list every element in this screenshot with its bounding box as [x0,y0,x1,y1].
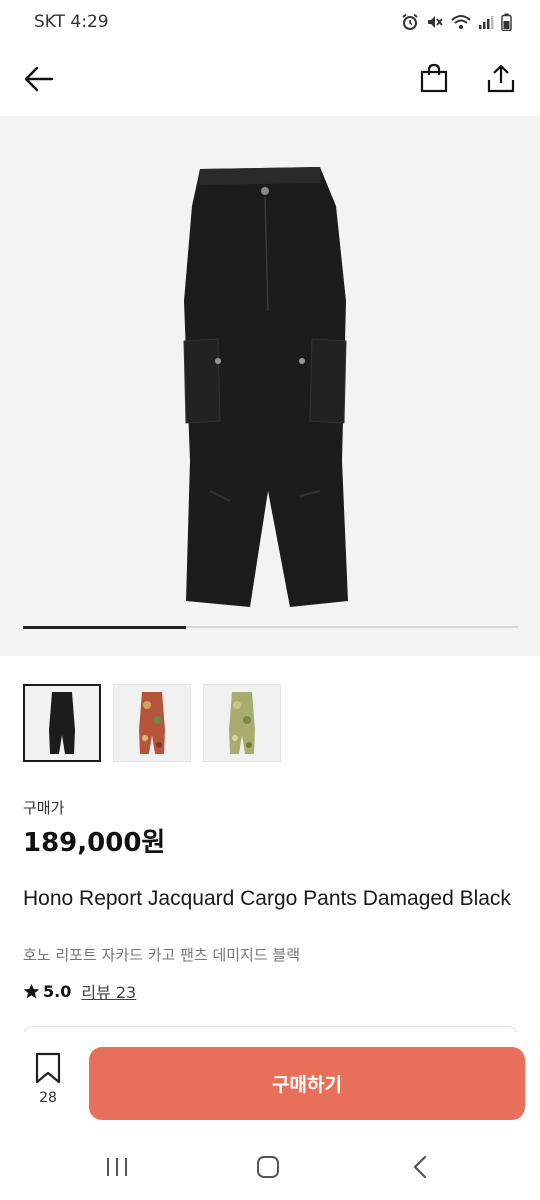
bottom-action-bar: 28 구매하기 [0,1032,540,1132]
product-title: Hono Report Jacquard Cargo Pants Damaged… [23,887,511,910]
thumbnail-green-floral-image [229,692,255,754]
product-price: 189,000원 [23,828,166,858]
bookmark-button[interactable]: 28 [27,1052,69,1106]
back-button[interactable] [20,60,58,98]
recent-apps-icon [107,1158,127,1176]
status-time: SKT 4:29 [34,12,109,32]
thumbnail-red-floral[interactable] [113,684,191,762]
gallery-progress-fill [23,625,187,629]
bookmark-icon [35,1052,61,1084]
review-link[interactable]: 리뷰 23 [81,979,136,1003]
cart-button[interactable] [414,58,454,98]
status-icons [401,13,512,31]
thumbnail-row [23,684,281,762]
home-icon [257,1156,279,1178]
bookmark-count: 28 [39,1090,57,1106]
alarm-icon [402,13,418,30]
thumbnail-green-floral[interactable] [203,684,281,762]
recent-apps-button[interactable] [97,1152,137,1182]
rating-row: 5.0 리뷰 23 [23,979,136,1003]
home-button[interactable] [248,1152,288,1182]
buy-button[interactable]: 구매하기 [89,1047,525,1120]
status-bar: SKT 4:29 [0,0,540,44]
thumbnail-red-floral-image [139,692,165,754]
wifi-icon [451,15,471,29]
back-arrow-icon [24,66,54,92]
star-icon [23,983,40,998]
product-subtitle: 호노 리포트 자카드 카고 팬츠 데미지드 블랙 [23,946,301,964]
signal-icon [479,16,494,29]
share-button[interactable] [481,58,521,98]
thumbnail-black-image [49,692,75,754]
system-back-button[interactable] [400,1152,440,1182]
rating-score: 5.0 [43,981,72,1001]
mute-icon [428,16,443,28]
back-icon [413,1155,427,1179]
system-nav-bar [0,1132,540,1200]
share-icon [487,64,515,93]
product-image-gallery[interactable] [0,116,540,656]
battery-icon [501,13,512,31]
top-app-bar [0,44,540,116]
product-main-image [183,167,348,607]
shopping-bag-icon [420,63,448,93]
gallery-progress [23,625,518,629]
thumbnail-black[interactable] [23,684,101,762]
price-label: 구매가 [23,799,65,817]
